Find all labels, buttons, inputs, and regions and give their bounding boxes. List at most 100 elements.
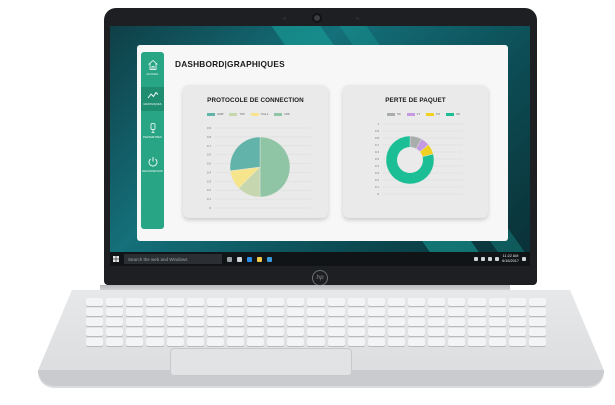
- keyboard-key[interactable]: [186, 318, 204, 326]
- keyboard-key[interactable]: [86, 318, 104, 326]
- keyboard-key[interactable]: [488, 298, 506, 306]
- keyboard-key[interactable]: [267, 298, 285, 306]
- keyboard-key[interactable]: [387, 338, 406, 346]
- keyboard-key[interactable]: [528, 298, 546, 306]
- keyboard-key[interactable]: [287, 318, 305, 326]
- keyboard-key[interactable]: [146, 338, 164, 346]
- keyboard-key[interactable]: [347, 308, 365, 316]
- keyboard-key[interactable]: [448, 338, 466, 346]
- keyboard-key[interactable]: [488, 318, 506, 326]
- keyboard-key[interactable]: [307, 318, 325, 326]
- keyboard-key[interactable]: [428, 308, 446, 316]
- keyboard-key[interactable]: [247, 338, 265, 346]
- keyboard-key[interactable]: [448, 318, 466, 326]
- keyboard-key[interactable]: [247, 308, 265, 316]
- battery-icon[interactable]: [481, 256, 486, 261]
- keyboard-key[interactable]: [267, 318, 285, 326]
- keyboard-key[interactable]: [347, 338, 365, 346]
- keyboard-key[interactable]: [347, 328, 365, 336]
- keyboard-key[interactable]: [508, 318, 526, 326]
- keyboard-key[interactable]: [488, 338, 506, 346]
- keyboard-key[interactable]: [146, 308, 164, 316]
- keyboard-key[interactable]: [508, 328, 526, 336]
- keyboard-key[interactable]: [247, 298, 265, 306]
- keyboard-key[interactable]: [448, 298, 466, 306]
- keyboard-key[interactable]: [468, 328, 486, 336]
- keyboard-key[interactable]: [408, 318, 426, 326]
- keyboard-key[interactable]: [508, 338, 526, 346]
- nav-item-accueil[interactable]: ACCUEIL: [141, 57, 164, 81]
- keyboard-key[interactable]: [307, 328, 325, 336]
- keyboard-key[interactable]: [528, 328, 546, 336]
- keyboard-key[interactable]: [86, 328, 104, 336]
- keyboard-key[interactable]: [468, 298, 486, 306]
- notifications-icon[interactable]: [522, 256, 526, 261]
- keyboard-key[interactable]: [126, 338, 144, 346]
- keyboard-key[interactable]: [287, 308, 305, 316]
- keyboard-key[interactable]: [428, 338, 446, 346]
- keyboard-key[interactable]: [186, 338, 204, 346]
- keyboard-key[interactable]: [428, 298, 446, 306]
- keyboard-key[interactable]: [428, 318, 446, 326]
- keyboard-key[interactable]: [528, 338, 546, 346]
- keyboard-key[interactable]: [226, 308, 245, 316]
- keyboard-key[interactable]: [387, 308, 406, 316]
- keyboard-key[interactable]: [307, 298, 325, 306]
- keyboard-key[interactable]: [186, 298, 204, 306]
- keyboard-key[interactable]: [247, 328, 265, 336]
- microphone-icon[interactable]: [227, 256, 232, 262]
- keyboard-key[interactable]: [206, 308, 224, 316]
- keyboard-key[interactable]: [347, 298, 365, 306]
- keyboard-key[interactable]: [206, 318, 224, 326]
- keyboard-key[interactable]: [448, 328, 466, 336]
- keyboard-key[interactable]: [367, 318, 385, 326]
- keyboard-key[interactable]: [287, 328, 305, 336]
- nav-item-deconnexion[interactable]: DECONNEXION: [141, 154, 164, 178]
- keyboard-key[interactable]: [126, 318, 144, 326]
- keyboard-key[interactable]: [267, 308, 285, 316]
- keyboard-key[interactable]: [428, 328, 446, 336]
- keyboard-key[interactable]: [186, 328, 204, 336]
- keyboard-key[interactable]: [508, 308, 526, 316]
- keyboard-key[interactable]: [86, 308, 104, 316]
- keyboard-key[interactable]: [226, 338, 245, 346]
- touchpad[interactable]: [170, 348, 352, 376]
- keyboard-key[interactable]: [367, 298, 385, 306]
- keyboard-key[interactable]: [226, 328, 245, 336]
- edge-browser-icon[interactable]: [247, 256, 252, 262]
- chevron-up-icon[interactable]: [474, 256, 479, 261]
- keyboard-key[interactable]: [206, 298, 224, 306]
- keyboard-key[interactable]: [106, 318, 124, 326]
- keyboard-key[interactable]: [327, 308, 345, 316]
- nav-item-parametres[interactable]: PARAMETRES: [141, 120, 164, 144]
- keyboard-key[interactable]: [327, 338, 345, 346]
- keyboard-key[interactable]: [408, 328, 426, 336]
- keyboard-key[interactable]: [247, 318, 265, 326]
- taskbar-clock[interactable]: 11:22 AM 6/16/2017: [502, 254, 519, 263]
- keyboard-key[interactable]: [287, 338, 305, 346]
- keyboard-key[interactable]: [106, 298, 124, 306]
- taskbar-search-input[interactable]: Search the web and Windows: [124, 254, 222, 264]
- keyboard-key[interactable]: [508, 298, 526, 306]
- keyboard-key[interactable]: [186, 308, 204, 316]
- keyboard-key[interactable]: [367, 308, 385, 316]
- keyboard-key[interactable]: [488, 308, 506, 316]
- keyboard-key[interactable]: [226, 318, 245, 326]
- keyboard-key[interactable]: [106, 328, 124, 336]
- keyboard-key[interactable]: [327, 318, 345, 326]
- keyboard-key[interactable]: [86, 298, 104, 306]
- keyboard-key[interactable]: [387, 298, 406, 306]
- keyboard-key[interactable]: [468, 338, 486, 346]
- keyboard-key[interactable]: [307, 308, 325, 316]
- keyboard-key[interactable]: [488, 328, 506, 336]
- keyboard-key[interactable]: [528, 308, 546, 316]
- keyboard-key[interactable]: [468, 308, 486, 316]
- keyboard-key[interactable]: [146, 298, 164, 306]
- keyboard-key[interactable]: [528, 318, 546, 326]
- keyboard-key[interactable]: [206, 338, 224, 346]
- keyboard-key[interactable]: [206, 328, 224, 336]
- keyboard-key[interactable]: [408, 308, 426, 316]
- keyboard-key[interactable]: [106, 308, 124, 316]
- keyboard-key[interactable]: [166, 338, 184, 346]
- nav-item-graphiques[interactable]: GRAPHIQUES: [141, 87, 164, 111]
